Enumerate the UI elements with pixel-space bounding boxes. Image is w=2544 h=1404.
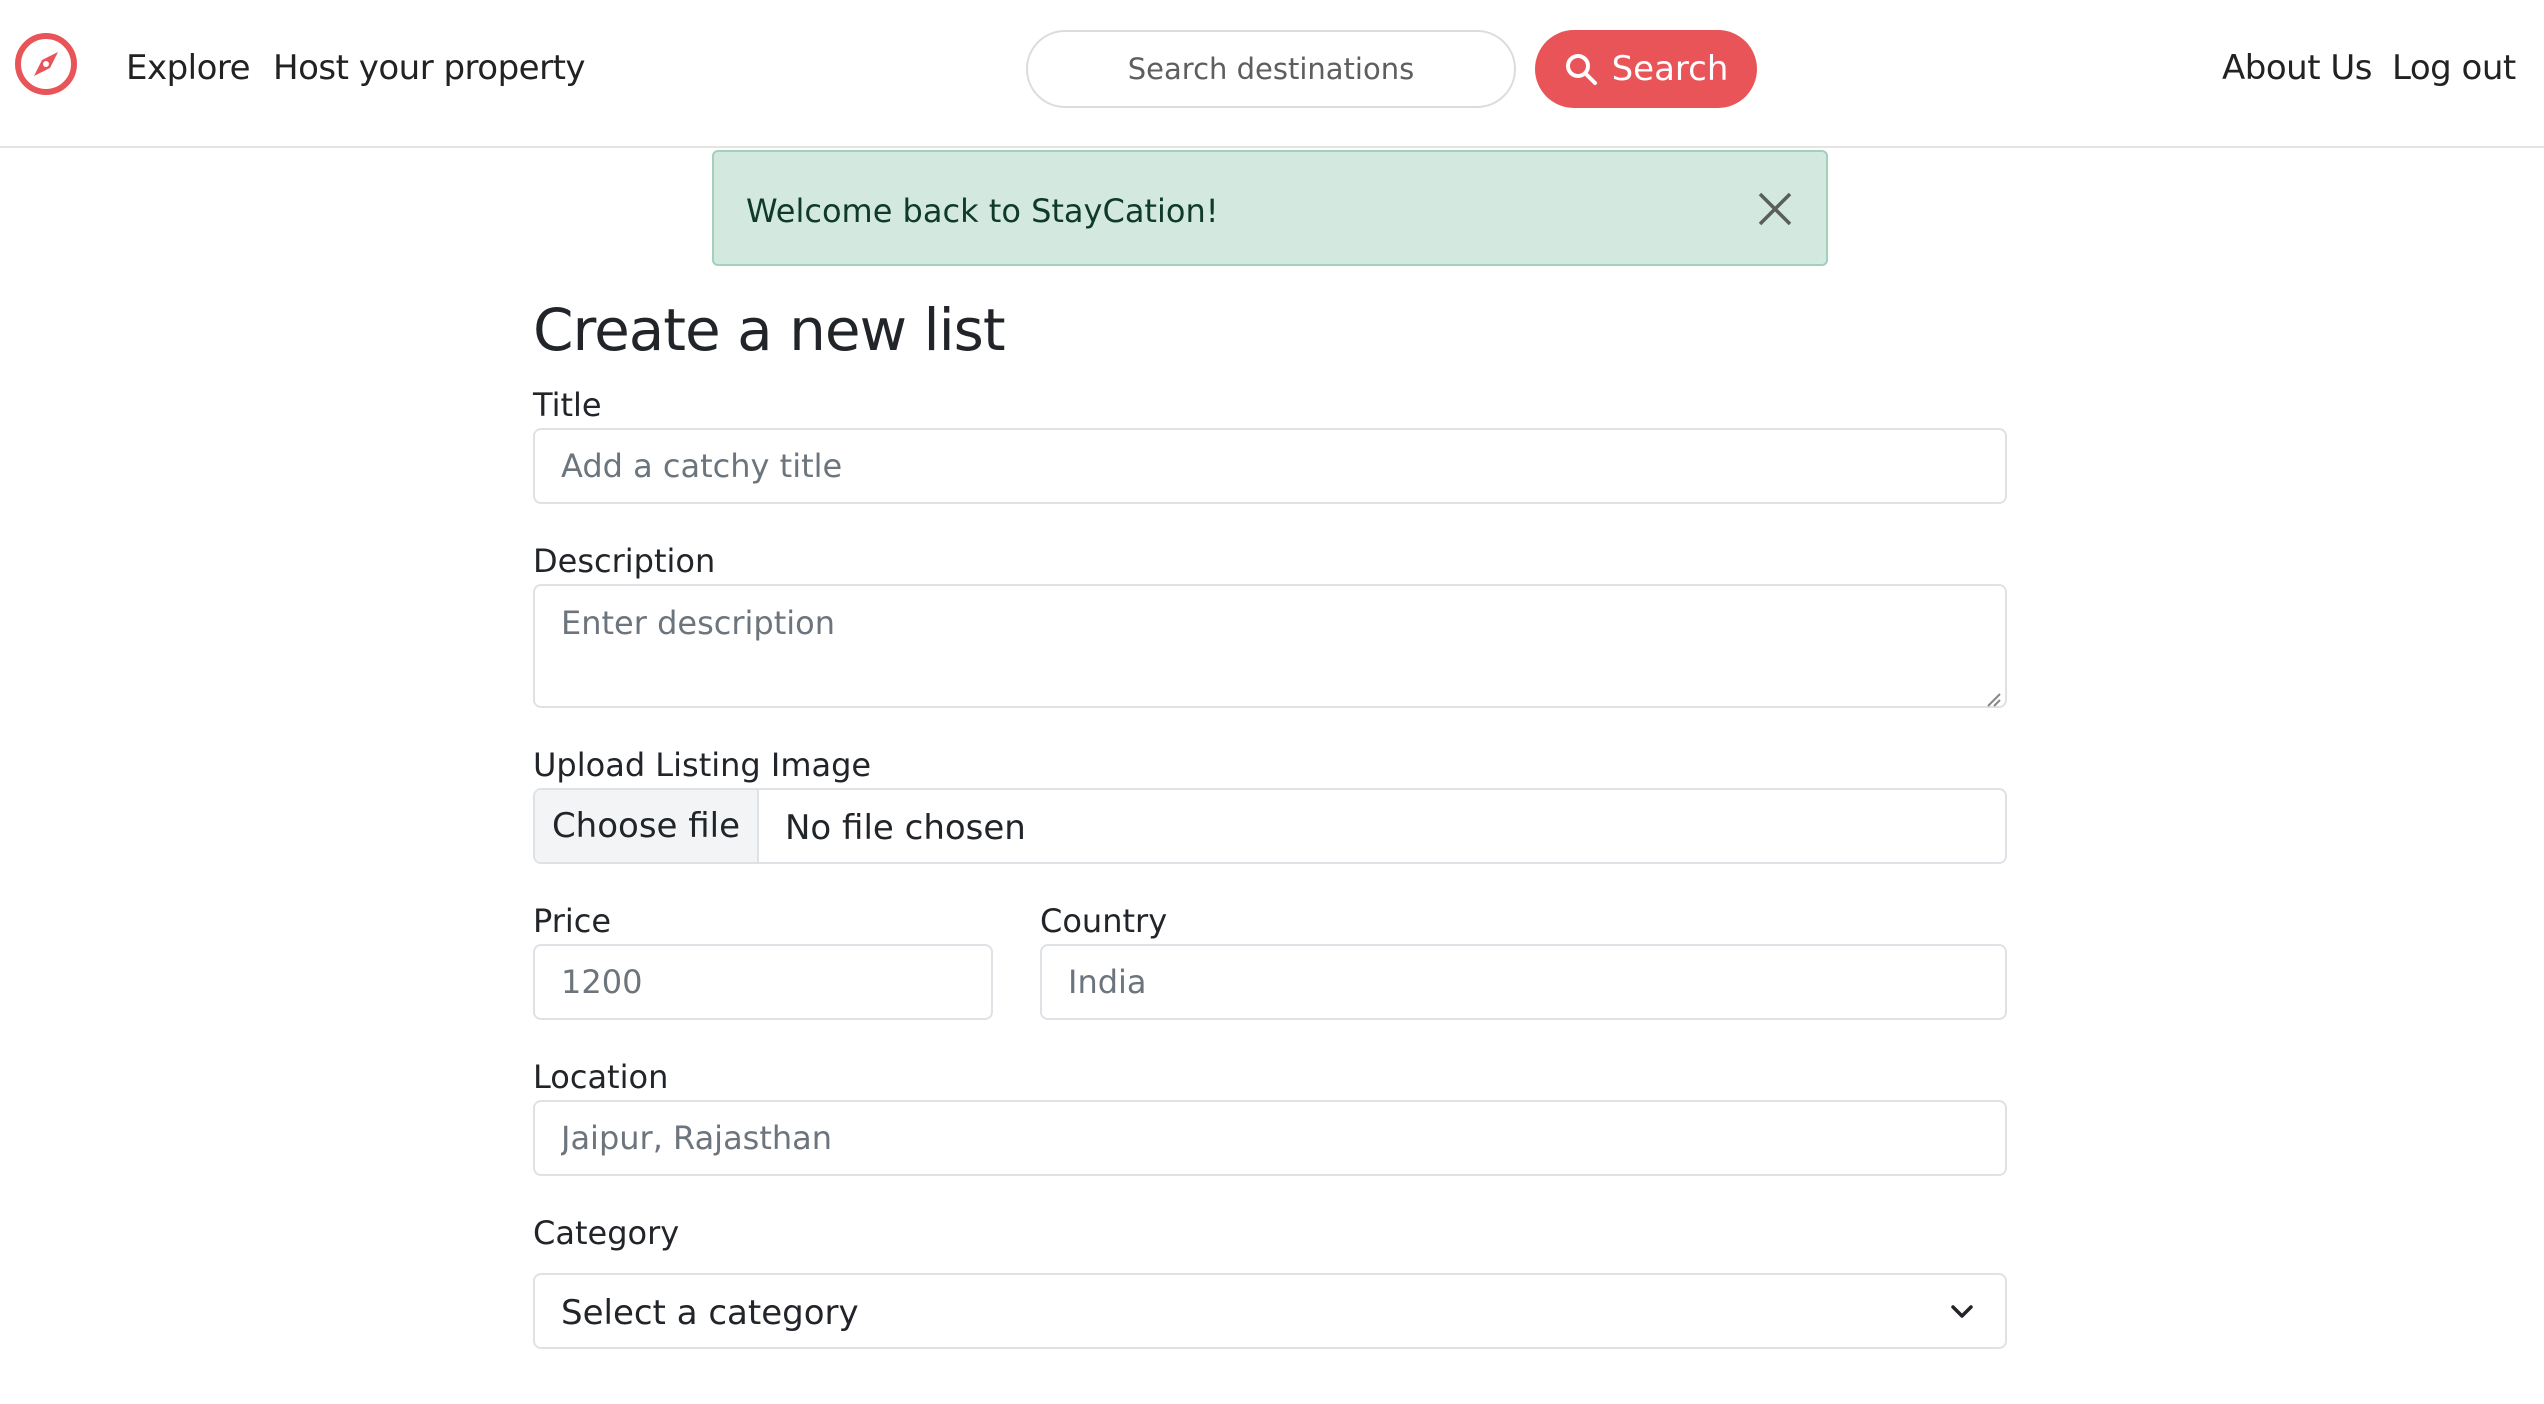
country-input[interactable] [1040,944,2007,1020]
location-label: Location [533,1058,669,1096]
title-label: Title [533,386,602,424]
description-label: Description [533,542,716,580]
nav-host-link[interactable]: Host your property [273,48,586,88]
compass-icon[interactable] [12,30,80,98]
image-upload-label: Upload Listing Image [533,746,872,784]
title-input[interactable] [533,428,2007,504]
location-input[interactable] [533,1100,2007,1176]
category-label: Category [533,1214,680,1252]
search-icon [1565,54,1597,85]
category-select[interactable]: Select a category [533,1273,2007,1349]
search-button[interactable]: Search [1535,30,1757,108]
page-title: Create a new list [533,296,1006,364]
category-selected-value: Select a category [561,1293,859,1333]
price-input[interactable] [533,944,993,1020]
navbar: Explore Host your property Search About … [0,0,2544,148]
close-icon[interactable] [1756,190,1794,228]
price-label: Price [533,902,612,940]
choose-file-button[interactable]: Choose file [535,790,759,862]
alert-message: Welcome back to StayCation! [746,192,1219,230]
chevron-down-icon [1951,1305,1973,1318]
welcome-alert: Welcome back to StayCation! [712,150,1828,266]
nav-about-link[interactable]: About Us [2222,48,2372,88]
country-label: Country [1040,902,1168,940]
resize-grip-icon[interactable] [1984,690,2002,708]
description-textarea[interactable] [533,584,2007,708]
search-input[interactable] [1026,30,1516,108]
nav-logout-link[interactable]: Log out [2392,48,2516,88]
nav-explore-link[interactable]: Explore [126,48,251,88]
image-upload-field[interactable]: Choose file No file chosen [533,788,2007,864]
file-status-text: No file chosen [785,808,1026,848]
search-button-label: Search [1611,49,1729,89]
